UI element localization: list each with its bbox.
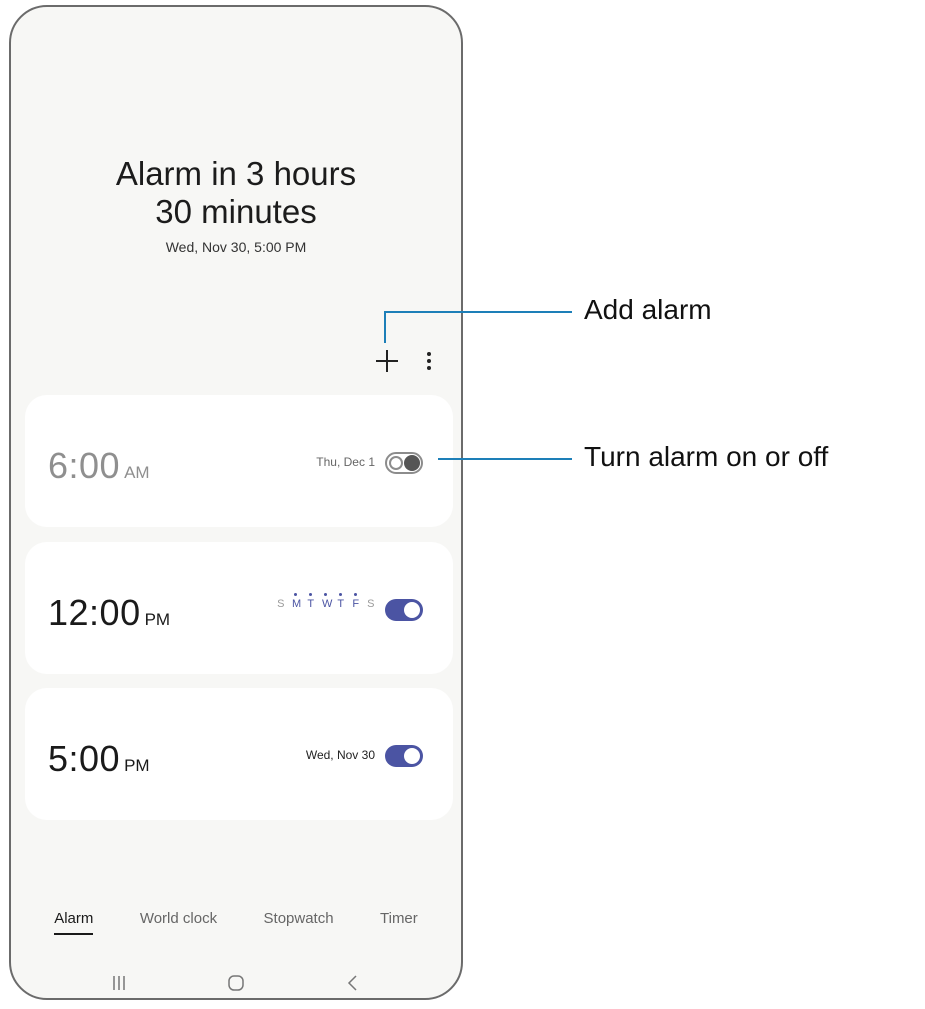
alarm-date: Wed, Nov 30 <box>305 748 375 762</box>
day-thursday: T <box>337 593 345 610</box>
alarm-ampm: AM <box>124 463 150 482</box>
alarm-card-3[interactable]: 5:00 PM Wed, Nov 30 <box>25 688 453 820</box>
alarm-time: 5:00 PM <box>48 738 150 780</box>
day-label: S <box>367 598 375 610</box>
day-wednesday: W <box>322 593 333 610</box>
active-day-dot <box>324 593 327 596</box>
recent-apps-icon <box>113 976 126 990</box>
headline-line-1: Alarm in 3 hours <box>115 155 357 192</box>
repeat-days: S M T W T F S <box>277 593 375 610</box>
alarm-time-value: 12:00 <box>48 592 141 633</box>
next-alarm-datetime: Wed, Nov 30, 5:00 PM <box>165 239 307 255</box>
day-label: F <box>352 598 360 610</box>
toggle-callout: Turn alarm on or off <box>584 441 829 472</box>
alarm-toggle[interactable] <box>385 599 423 621</box>
alarm-toolbar <box>373 347 433 375</box>
time-until-alarm: Alarm in 3 hours 30 minutes <box>11 155 461 231</box>
add-alarm-leader-vertical <box>384 311 386 343</box>
day-friday: F <box>352 593 360 610</box>
toggle-knob <box>404 602 420 618</box>
headline-line-2: 30 minutes <box>155 193 317 230</box>
day-label: T <box>307 598 315 610</box>
plus-icon <box>376 350 398 372</box>
alarm-card-2[interactable]: 12:00 PM S M T W T F S <box>25 542 453 674</box>
add-alarm-button[interactable] <box>373 347 401 375</box>
day-saturday: S <box>367 598 375 610</box>
toggle-leader <box>438 458 572 460</box>
more-options-icon <box>427 352 431 370</box>
alarm-time: 12:00 PM <box>48 592 170 634</box>
system-navbar <box>11 971 461 995</box>
day-label: W <box>322 598 333 610</box>
tab-timer[interactable]: Timer <box>380 910 418 935</box>
alarm-time-value: 6:00 <box>48 445 121 486</box>
active-day-dot <box>339 593 342 596</box>
alarm-card-1[interactable]: 6:00 AM Thu, Dec 1 <box>25 395 453 527</box>
next-alarm-header: Alarm in 3 hours 30 minutes Wed, Nov 30,… <box>11 155 461 255</box>
more-options-button[interactable] <box>425 350 433 372</box>
toggle-knob <box>389 456 403 470</box>
active-day-dot <box>309 593 312 596</box>
back-icon <box>347 975 357 991</box>
phone-frame: Alarm in 3 hours 30 minutes Wed, Nov 30,… <box>9 5 463 1000</box>
day-tuesday: T <box>307 593 315 610</box>
active-day-dot <box>294 593 297 596</box>
bottom-tabs: Alarm World clock Stopwatch Timer <box>11 910 461 935</box>
day-label: T <box>337 598 345 610</box>
toggle-knob <box>404 748 420 764</box>
recent-apps-button[interactable] <box>104 971 134 995</box>
day-monday: M <box>292 593 302 610</box>
day-label: S <box>277 598 285 610</box>
active-day-dot <box>354 593 357 596</box>
alarm-time-value: 5:00 <box>48 738 121 779</box>
tab-alarm[interactable]: Alarm <box>54 910 94 935</box>
add-alarm-leader-horizontal <box>384 311 572 313</box>
alarm-toggle[interactable] <box>385 745 423 767</box>
alarm-ampm: PM <box>144 610 171 629</box>
tab-world-clock[interactable]: World clock <box>140 910 217 935</box>
alarm-ampm: PM <box>124 756 150 775</box>
alarm-toggle[interactable] <box>385 452 423 474</box>
home-icon <box>228 975 244 991</box>
alarm-time: 6:00 AM <box>48 445 150 487</box>
day-sunday: S <box>277 598 285 610</box>
alarm-date: Thu, Dec 1 <box>316 455 375 469</box>
back-button[interactable] <box>338 971 368 995</box>
home-button[interactable] <box>221 971 251 995</box>
tab-stopwatch[interactable]: Stopwatch <box>264 910 334 935</box>
add-alarm-callout: Add alarm <box>584 294 712 325</box>
day-label: M <box>292 598 302 610</box>
